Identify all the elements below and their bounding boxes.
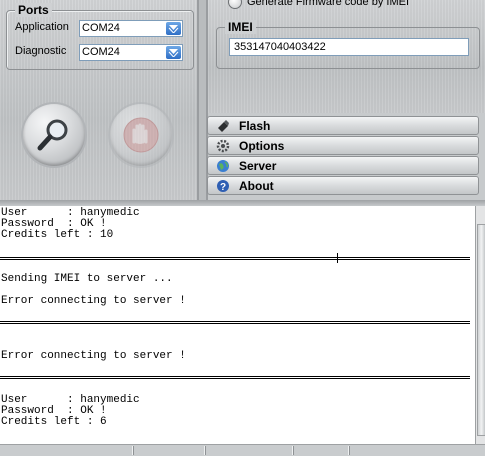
firmware-code-radio[interactable] [228,0,242,9]
ports-panel: Ports Application COM24 Diagnostic COM24 [0,0,199,200]
menu-item-options[interactable]: Options [207,136,479,155]
magnifier-icon [37,119,68,151]
svg-text:?: ? [220,182,226,193]
stop-hand-icon [123,117,159,153]
firmware-code-label: Generate Firmware code by IMEI [247,0,410,8]
log-output[interactable]: User : hanymedic Password : OK ! Credits… [0,206,475,444]
text-cursor [337,253,338,263]
gear-icon [216,139,230,153]
log-line: Sending IMEI to server ... [1,273,173,285]
ports-title: Ports [15,3,52,17]
status-cell [349,446,484,455]
help-icon: ? [217,180,229,193]
log-line: Credits left : 10 [1,229,114,241]
diagnostic-port-select[interactable]: COM24 [79,44,183,61]
imei-group: IMEI 353147040403422 [216,20,480,69]
menu-item-label: Options [239,139,285,153]
application-port-value: COM24 [82,22,120,34]
imei-panel: Generate Firmware code by IMEI IMEI 3531… [206,0,485,113]
chevron-down-icon[interactable] [166,22,181,35]
menu-item-label: About [239,179,274,193]
menu-item-about[interactable]: ? About [207,176,479,195]
status-cell [133,446,204,455]
scrollbar-thumb[interactable] [477,224,485,436]
menu-item-label: Server [239,159,277,173]
ports-group: Ports Application COM24 Diagnostic COM24 [6,3,194,70]
log-scrollbar[interactable] [475,206,485,444]
stop-button[interactable] [110,104,172,166]
menu-item-flash[interactable]: Flash [207,116,479,135]
chevron-down-icon[interactable] [166,46,181,59]
diagnostic-port-value: COM24 [82,46,120,58]
log-separator [0,257,470,260]
application-label: Application [15,21,69,33]
imei-title: IMEI [225,20,256,34]
diagnostic-label: Diagnostic [15,45,67,57]
log-line: Credits left : 6 [1,416,107,428]
status-bar [0,444,485,456]
status-cell [293,446,348,455]
imei-input[interactable]: 353147040403422 [229,38,469,56]
globe-icon [217,160,229,172]
menu-item-server[interactable]: Server [207,156,479,175]
log-separator [0,321,470,324]
menu-item-label: Flash [239,119,271,133]
flash-icon [218,120,229,132]
search-button[interactable] [23,104,85,166]
log-separator [0,376,470,379]
log-line: Error connecting to server ! [1,295,186,307]
log-line: Error connecting to server ! [1,350,186,362]
status-cell [205,446,292,455]
application-port-select[interactable]: COM24 [79,20,183,37]
